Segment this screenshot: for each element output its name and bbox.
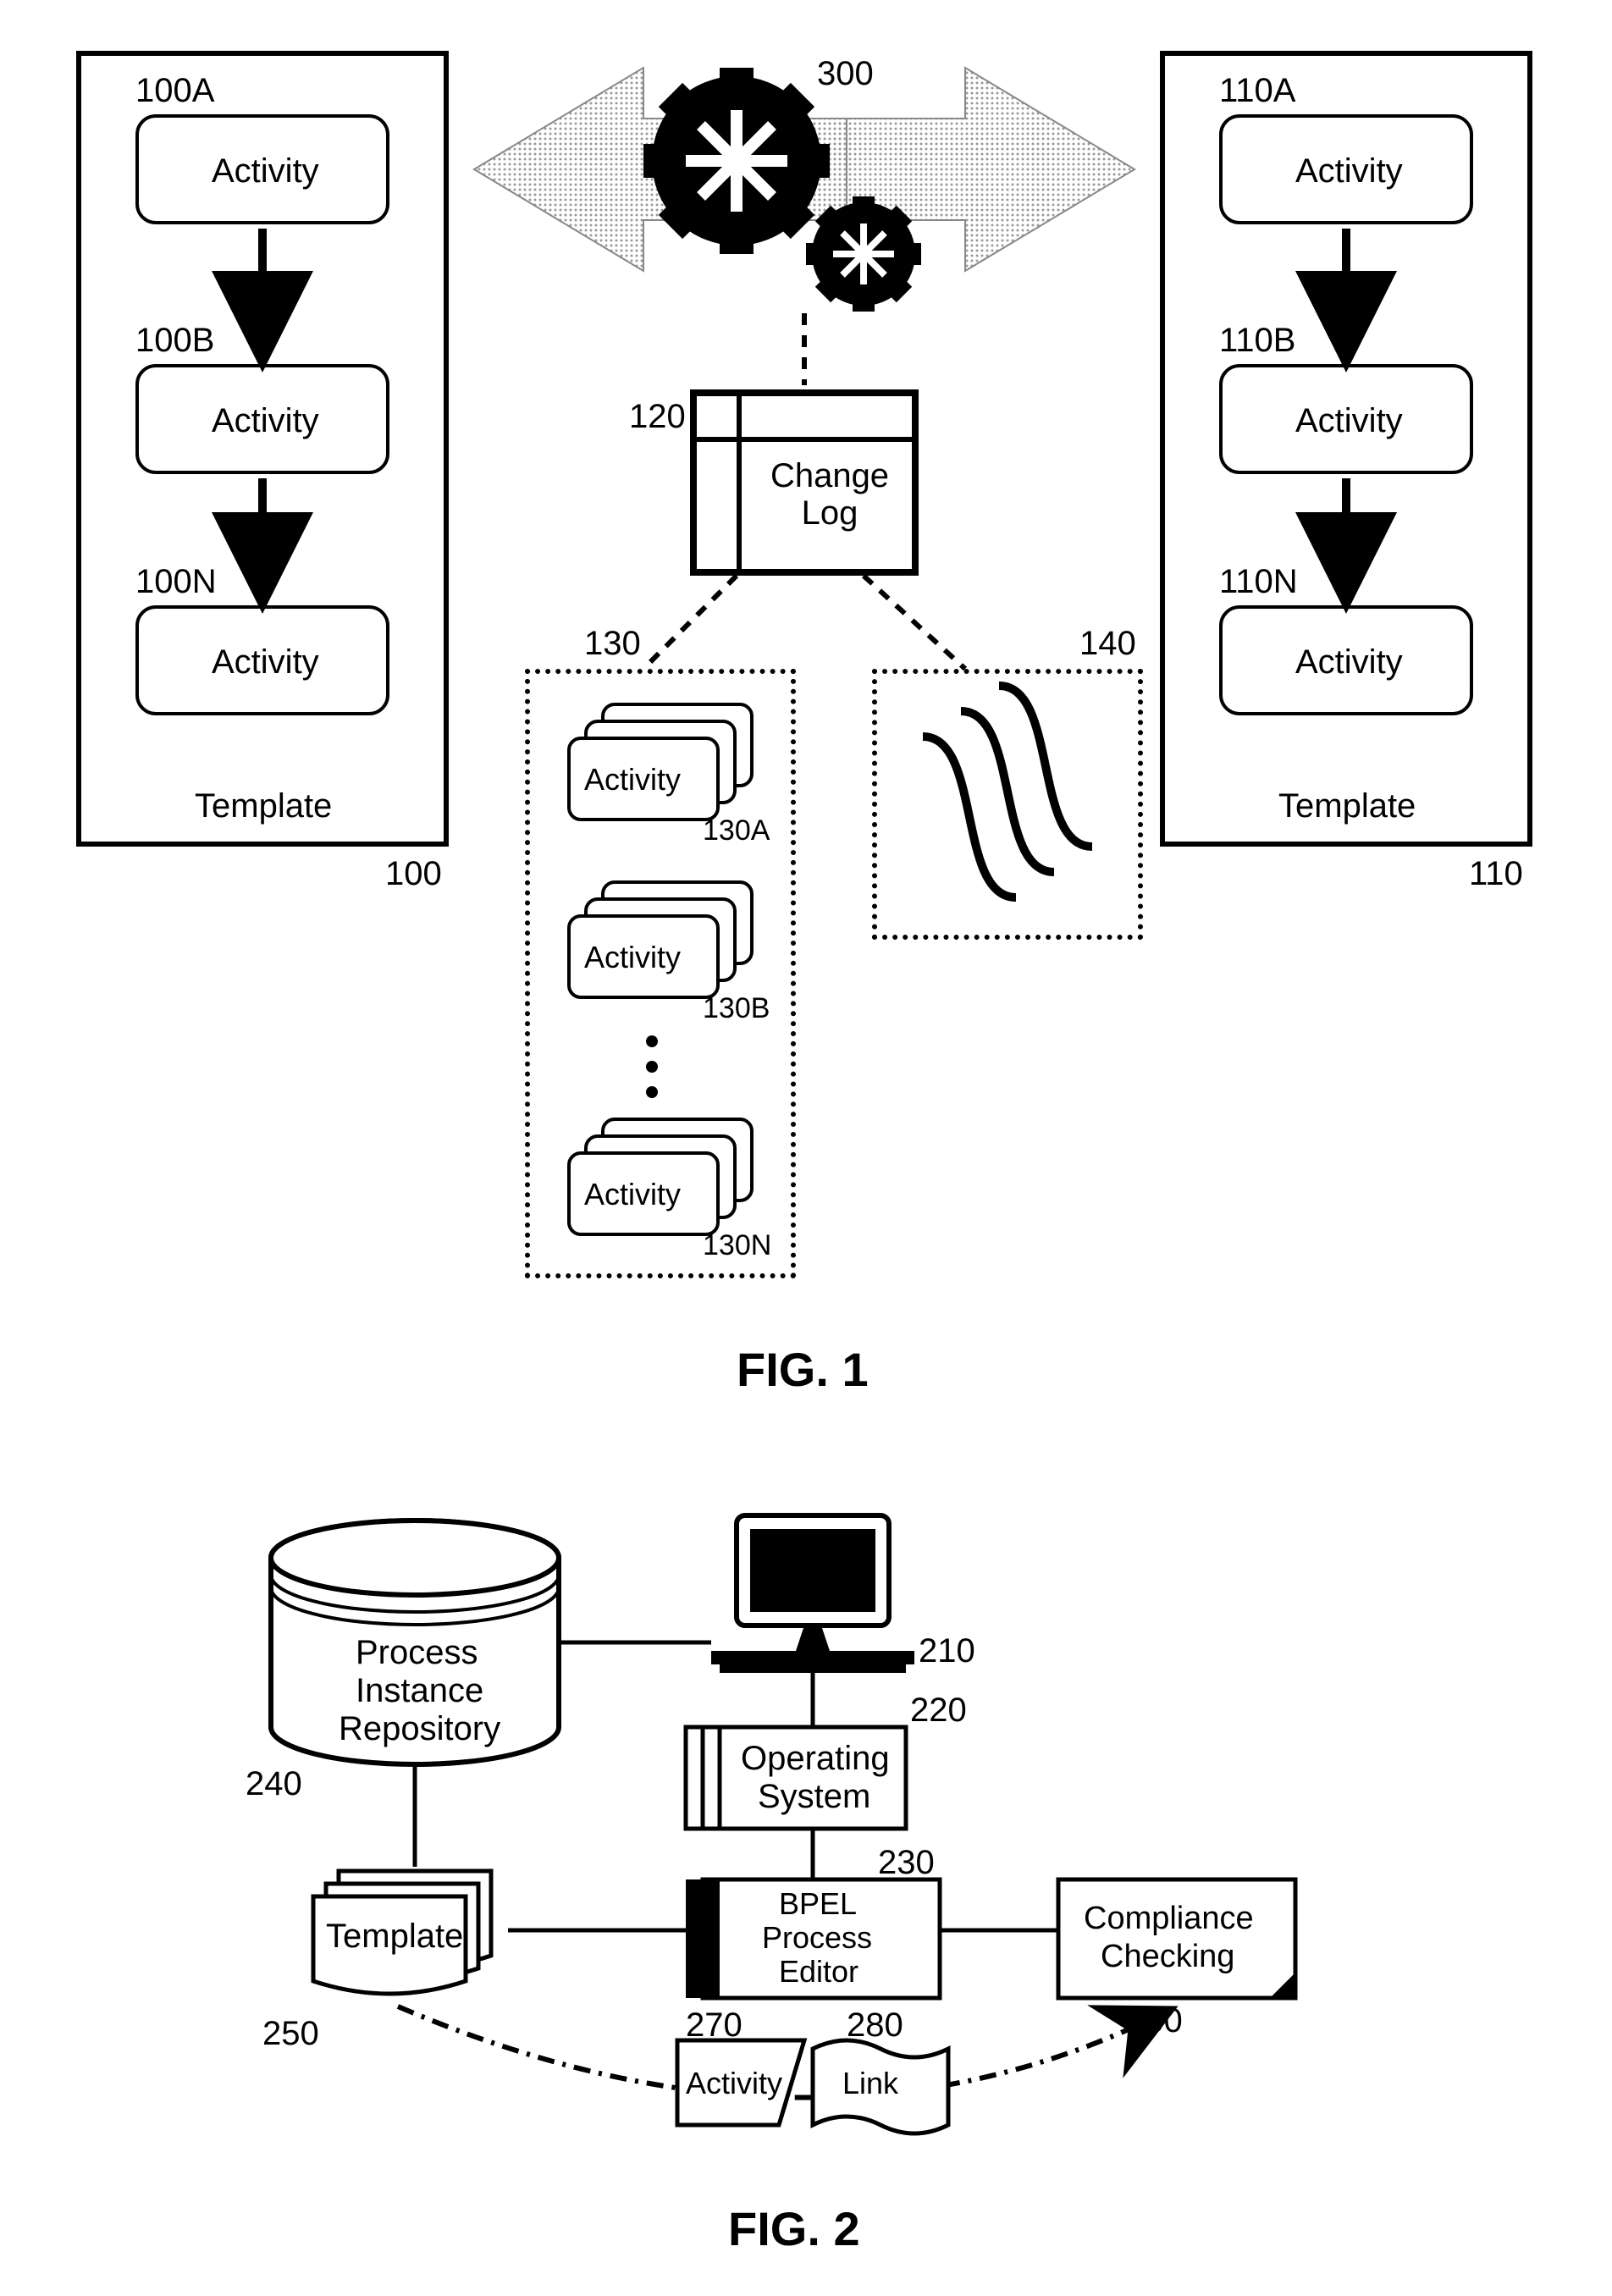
gear-small-icon [806, 196, 921, 312]
fig1-caption: FIG. 1 [737, 1342, 869, 1397]
ref-130N: 130N [703, 1229, 771, 1262]
ref-270: 270 [686, 2006, 743, 2045]
activity-270-label: Activity [686, 2066, 782, 2101]
ref-140: 140 [1079, 625, 1136, 663]
os-l2: System [758, 1778, 870, 1816]
ref-120: 120 [629, 398, 686, 436]
ref-130A: 130A [703, 814, 770, 847]
repo-l2: Instance [356, 1672, 483, 1710]
os-l1: Operating [741, 1740, 890, 1778]
repo-l1: Process [356, 1634, 478, 1672]
template-label: Template [326, 1918, 463, 1956]
change-log-text: Change Log [758, 457, 902, 532]
ref-240: 240 [246, 1765, 302, 1803]
ref-130B: 130B [703, 992, 770, 1025]
ref-260: 260 [1126, 2002, 1183, 2040]
ref-210: 210 [919, 1632, 975, 1670]
fig1-svg [0, 0, 1612, 1397]
repo-l3: Repository [339, 1710, 500, 1748]
compliance-l2: Checking [1101, 1939, 1234, 1975]
stack-130B-text: Activity [584, 940, 681, 975]
editor-l3: Editor [779, 1954, 858, 1990]
change-log-label: Change Log [758, 457, 902, 532]
ref-230: 230 [878, 1844, 935, 1882]
stack-130A-text: Activity [584, 762, 681, 798]
ref-300: 300 [817, 55, 874, 93]
gear-large-icon [643, 68, 830, 254]
compliance-l1: Compliance [1084, 1901, 1254, 1937]
link-280-label: Link [842, 2066, 898, 2101]
changelog-vline [737, 389, 742, 576]
ref-130: 130 [584, 625, 641, 663]
stack-130N-text: Activity [584, 1177, 681, 1212]
ref-280: 280 [847, 2006, 903, 2045]
changelog-hline [690, 437, 919, 442]
ref-250: 250 [262, 2015, 319, 2053]
ref-220: 220 [910, 1692, 967, 1730]
editor-l1: BPEL [779, 1886, 857, 1922]
computer-icon [711, 1515, 914, 1673]
waves-frame-140 [872, 669, 1143, 940]
editor-l2: Process [762, 1920, 872, 1956]
fig2-svg [0, 1490, 1612, 2252]
fig2-caption: FIG. 2 [728, 2201, 860, 2256]
